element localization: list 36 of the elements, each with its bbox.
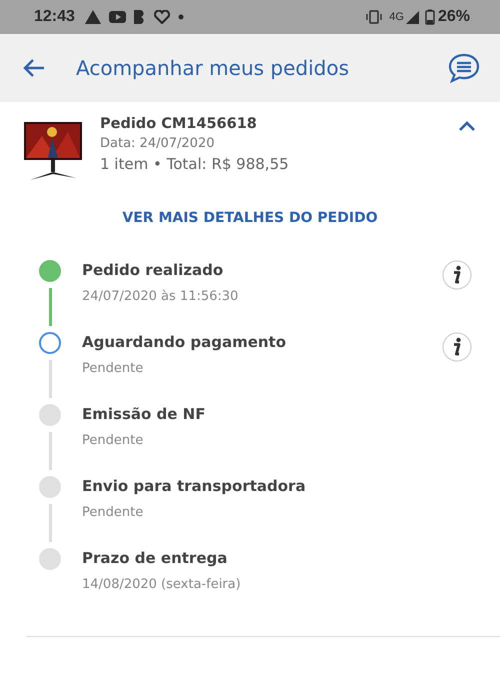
battery-icon [424,9,435,25]
order-number: Pedido CM1456618 [100,116,258,132]
order-date: Data: 24/07/2020 [100,136,216,151]
step-title: Pedido realizado [82,261,224,279]
details-link[interactable]: VER MAIS DETALHES DO PEDIDO [0,210,500,226]
step-detail: Pendente [82,433,144,448]
back-button[interactable] [22,58,46,78]
status-dot [39,548,61,570]
dot-icon [178,14,184,20]
app-icon [134,10,146,24]
step-detail: 24/07/2020 às 11:56:30 [82,289,240,304]
step-title: Emissão de NF [82,405,206,423]
chat-button[interactable] [448,53,480,83]
status-time: 12:43 [34,8,75,26]
vibrate-icon [365,10,384,24]
step-detail: Pendente [82,505,144,520]
signal-icon [406,10,419,24]
step-title: Envio para transportadora [82,477,307,495]
info-icon[interactable] [442,332,472,362]
battery-level: 26% [438,8,470,26]
collapse-button[interactable] [458,120,476,132]
status-dot [39,476,61,498]
warning-icon [84,10,101,24]
order-summary: 1 item • Total: R$ 988,55 [100,155,290,173]
step-detail: Pendente [82,361,144,376]
step-title: Aguardando pagamento [82,333,288,351]
network-type: 4G [389,11,404,23]
status-dot [39,260,61,282]
status-dot [39,404,61,426]
status-dot [39,332,61,354]
video-icon [108,11,126,23]
page-title: Acompanhar meus pedidos [76,56,350,80]
info-icon[interactable] [442,260,472,290]
step-detail: 14/08/2020 (sexta-feira) [82,577,242,592]
heart-icon [154,10,170,24]
step-title: Prazo de entrega [82,549,228,567]
